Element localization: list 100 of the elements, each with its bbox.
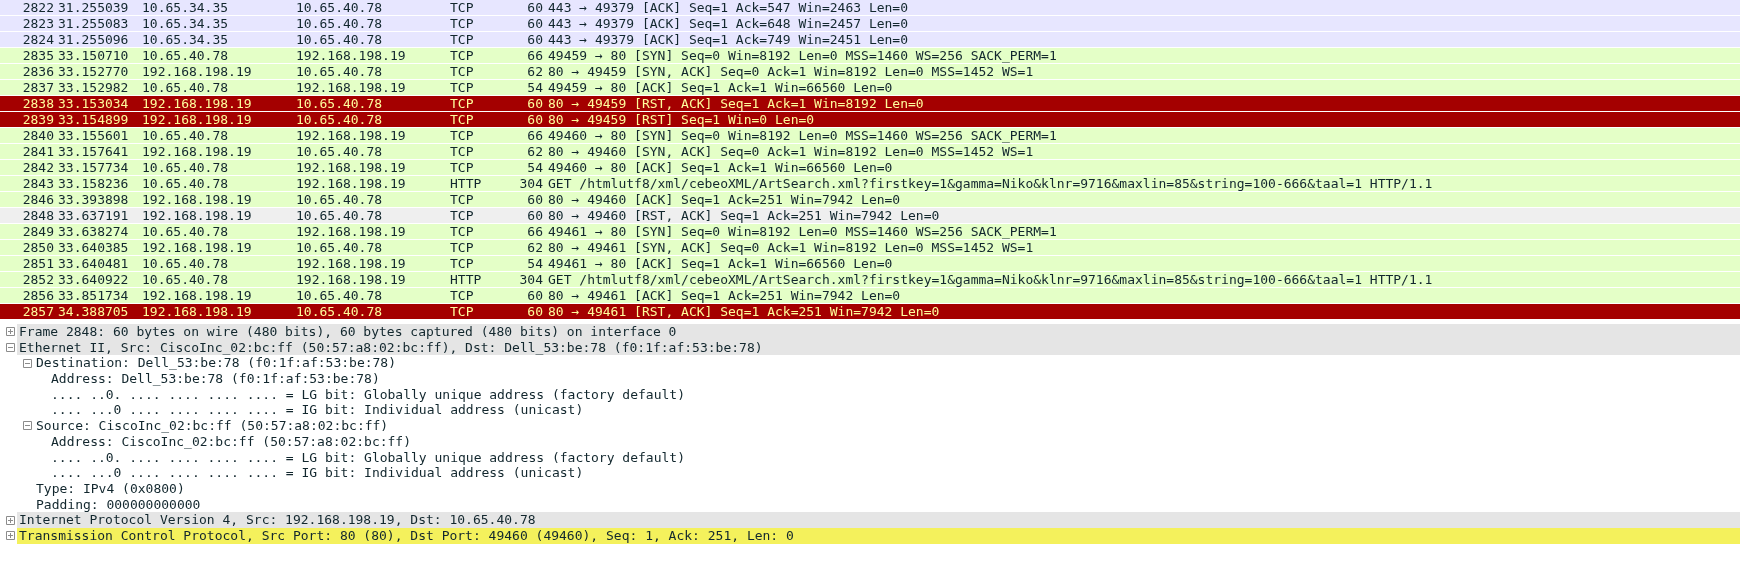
table-cell: 10.65.40.78: [296, 240, 383, 255]
packet-row[interactable]: 2837 33.152982 10.65.40.78 192.168.198.19 TCP 54 49459 → 80 [ACK] Seq=1 Ack=1 Win=66560 Len=0: [0, 80, 1740, 96]
table-cell: 2848: [22, 208, 54, 223]
packet-row[interactable]: 2824 31.255096 10.65.34.35 10.65.40.78 TCP 60 443 → 49379 [ACK] Seq=1 Ack=749 Win=2451 Len=0: [0, 32, 1740, 48]
table-cell: TCP: [450, 304, 474, 319]
table-cell: 10.65.40.78: [142, 176, 229, 191]
packet-row[interactable]: 2856 33.851734 192.168.198.19 10.65.40.78 TCP 60 80 → 49461 [ACK] Seq=1 Ack=251 Win=7942 Len=0: [0, 288, 1740, 304]
table-cell: TCP: [450, 144, 474, 159]
table-cell: 80 → 49459 [RST, ACK] Seq=1 Ack=1 Win=8192 Len=0: [548, 96, 924, 111]
expand-icon[interactable]: [5, 515, 15, 525]
table-cell: 192.168.198.19: [296, 272, 406, 287]
table-cell: 10.65.40.78: [296, 32, 383, 47]
packet-row[interactable]: 2842 33.157734 10.65.40.78 192.168.198.19 TCP 54 49460 → 80 [ACK] Seq=1 Ack=1 Win=66560 Len=0: [0, 160, 1740, 176]
packet-row[interactable]: 2839 33.154899 192.168.198.19 10.65.40.78 TCP 60 80 → 49459 [RST] Seq=1 Win=0 Len=0: [0, 112, 1740, 128]
table-cell: 2824: [22, 32, 54, 47]
table-cell: 192.168.198.19: [296, 160, 406, 175]
tree-item[interactable]: Destination: Dell_53:be:78 (f0:1f:af:53:be:78): [34, 355, 401, 372]
table-cell: 10.65.40.78: [142, 128, 229, 143]
packet-row[interactable]: 2823 31.255083 10.65.34.35 10.65.40.78 TCP 60 443 → 49379 [ACK] Seq=1 Ack=648 Win=2457 Len=0: [0, 16, 1740, 32]
table-cell: 33.158236: [58, 176, 129, 191]
collapse-icon[interactable]: [22, 421, 32, 431]
table-cell: 60: [527, 112, 543, 127]
table-cell: TCP: [450, 128, 474, 143]
table-cell: 49459 → 80 [SYN] Seq=0 Win=8192 Len=0 MSS=1460 WS=256 SACK_PERM=1: [548, 48, 1057, 63]
table-cell: 60: [527, 304, 543, 319]
table-cell: TCP: [450, 32, 474, 47]
table-cell: 31.255083: [58, 16, 129, 31]
table-cell: TCP: [450, 256, 474, 271]
tree-item[interactable]: .... ...0 .... .... .... .... = IG bit: Individual address (unicast): [49, 465, 588, 481]
table-cell: 33.640481: [58, 256, 129, 271]
packet-row[interactable]: 2841 33.157641 192.168.198.19 10.65.40.78 TCP 62 80 → 49460 [SYN, ACK] Seq=0 Ack=1 Win=8192 Len=0 MSS=1452 WS=1: [0, 144, 1740, 160]
packet-row[interactable]: 2848 33.637191 192.168.198.19 10.65.40.78 TCP 60 80 → 49460 [RST, ACK] Seq=1 Ack=251 Win=7942 Len=0: [0, 208, 1740, 224]
packet-row[interactable]: 2838 33.153034 192.168.198.19 10.65.40.78 TCP 60 80 → 49459 [RST, ACK] Seq=1 Ack=1 Win=8192 Len=0: [0, 96, 1740, 112]
table-cell: 34.388705: [58, 304, 129, 319]
table-cell: 33.393898: [58, 192, 129, 207]
table-cell: 60: [527, 16, 543, 31]
tree-item[interactable]: Type: IPv4 (0x0800): [34, 480, 189, 497]
tree-item[interactable]: .... ..0. .... .... .... .... = LG bit: Globally unique address (factory default): [49, 386, 689, 403]
table-cell: 49459 → 80 [ACK] Seq=1 Ack=1 Win=66560 Len=0: [548, 80, 893, 95]
packet-row[interactable]: 2836 33.152770 192.168.198.19 10.65.40.78 TCP 62 80 → 49459 [SYN, ACK] Seq=0 Ack=1 Win=8192 Len=0 MSS=1452 WS=1: [0, 64, 1740, 80]
tree-item[interactable]: .... ...0 .... .... .... .... = IG bit: Individual address (unicast): [49, 402, 588, 419]
table-cell: 49460 → 80 [SYN] Seq=0 Win=8192 Len=0 MSS=1460 WS=256 SACK_PERM=1: [548, 128, 1057, 143]
tree-item[interactable]: Address: Dell_53:be:78 (f0:1f:af:53:be:78): [49, 371, 384, 387]
packet-row[interactable]: 2857 34.388705 192.168.198.19 10.65.40.78 TCP 60 80 → 49461 [RST, ACK] Seq=1 Ack=251 Win=7942 Len=0: [0, 304, 1740, 320]
table-cell: 62: [527, 240, 543, 255]
table-cell: 10.65.40.78: [296, 96, 383, 111]
table-cell: 80 → 49460 [SYN, ACK] Seq=0 Ack=1 Win=8192 Len=0 MSS=1452 WS=1: [548, 144, 1034, 159]
table-cell: 66: [527, 128, 543, 143]
table-cell: 54: [527, 256, 543, 271]
tree-item[interactable]: Internet Protocol Version 4, Src: 192.168.198.19, Dst: 10.65.40.78: [17, 512, 1740, 528]
collapse-icon[interactable]: [22, 358, 32, 368]
table-cell: 66: [527, 224, 543, 239]
table-cell: TCP: [450, 192, 474, 207]
packet-row[interactable]: 2822 31.255039 10.65.34.35 10.65.40.78 TCP 60 443 → 49379 [ACK] Seq=1 Ack=547 Win=2463 Len=0: [0, 0, 1740, 16]
expand-icon[interactable]: [5, 327, 15, 337]
table-cell: 192.168.198.19: [142, 192, 252, 207]
table-cell: 10.65.40.78: [142, 80, 229, 95]
expand-icon[interactable]: [5, 531, 15, 541]
table-cell: 33.150710: [58, 48, 129, 63]
table-cell: 10.65.40.78: [296, 16, 383, 31]
table-cell: 33.640385: [58, 240, 129, 255]
packet-row[interactable]: 2843 33.158236 10.65.40.78 192.168.198.19 HTTP 304 GET /htmlutf8/xml/cebeoXML/ArtSearch.xml?firstkey=1&gamma=Niko&klnr=9716&maxlin=85&string=100-666&taal=1 HTTP/1.1: [0, 176, 1740, 192]
table-cell: 10.65.40.78: [296, 304, 383, 319]
packet-row[interactable]: 2840 33.155601 10.65.40.78 192.168.198.19 TCP 66 49460 → 80 [SYN] Seq=0 Win=8192 Len=0 MSS=1460 WS=256 SACK_PERM=1: [0, 128, 1740, 144]
table-cell: 33.640922: [58, 272, 129, 287]
table-cell: 2822: [22, 0, 54, 15]
table-cell: TCP: [450, 160, 474, 175]
table-cell: 10.65.40.78: [296, 64, 383, 79]
table-cell: 10.65.40.78: [142, 272, 229, 287]
collapse-icon[interactable]: [5, 343, 15, 353]
tree-item[interactable]: Padding: 000000000000: [34, 496, 205, 513]
table-cell: 2846: [22, 192, 54, 207]
table-cell: GET /htmlutf8/xml/cebeoXML/ArtSearch.xml?firstkey=1&gamma=Niko&klnr=9716&maxlin=85&string=100-666&taal=1 HTTP/1.1: [548, 176, 1433, 191]
tree-item[interactable]: Address: CiscoInc_02:bc:ff (50:57:a8:02:bc:ff): [49, 433, 416, 450]
tree-item[interactable]: .... ..0. .... .... .... .... = LG bit: Globally unique address (factory default): [49, 449, 689, 466]
table-cell: 80 → 49459 [RST] Seq=1 Win=0 Len=0: [548, 112, 815, 127]
table-cell: 2836: [22, 64, 54, 79]
table-cell: 10.65.40.78: [296, 208, 383, 223]
table-cell: 62: [527, 144, 543, 159]
table-cell: 60: [527, 208, 543, 223]
table-cell: 2850: [22, 240, 54, 255]
table-cell: 192.168.198.19: [296, 224, 406, 239]
table-cell: GET /htmlutf8/xml/cebeoXML/ArtSearch.xml?firstkey=1&gamma=Niko&klnr=9716&maxlin=85&string=100-666&taal=1 HTTP/1.1: [548, 272, 1433, 287]
tree-item[interactable]: Frame 2848: 60 bytes on wire (480 bits), 60 bytes captured (480 bits) on interface 0: [17, 324, 1740, 340]
table-cell: 443 → 49379 [ACK] Seq=1 Ack=547 Win=2463 Len=0: [548, 0, 909, 15]
table-cell: 443 → 49379 [ACK] Seq=1 Ack=749 Win=2451 Len=0: [548, 32, 909, 47]
table-cell: 60: [527, 96, 543, 111]
packet-row[interactable]: 2835 33.150710 10.65.40.78 192.168.198.19 TCP 66 49459 → 80 [SYN] Seq=0 Win=8192 Len=0 MSS=1460 WS=256 SACK_PERM=1: [0, 48, 1740, 64]
table-cell: 33.638274: [58, 224, 129, 239]
packet-row[interactable]: 2850 33.640385 192.168.198.19 10.65.40.78 TCP 62 80 → 49461 [SYN, ACK] Seq=0 Ack=1 Win=8192 Len=0 MSS=1452 WS=1: [0, 240, 1740, 256]
packet-row[interactable]: 2851 33.640481 10.65.40.78 192.168.198.19 TCP 54 49461 → 80 [ACK] Seq=1 Ack=1 Win=66560 Len=0: [0, 256, 1740, 272]
packet-row[interactable]: 2846 33.393898 192.168.198.19 10.65.40.78 TCP 60 80 → 49460 [ACK] Seq=1 Ack=251 Win=7942 Len=0: [0, 192, 1740, 208]
table-cell: 192.168.198.19: [142, 208, 252, 223]
packet-row[interactable]: 2852 33.640922 10.65.40.78 192.168.198.19 HTTP 304 GET /htmlutf8/xml/cebeoXML/ArtSearch.xml?firstkey=1&gamma=Niko&klnr=9716&maxlin=85&string=100-666&taal=1 HTTP/1.1: [0, 272, 1740, 288]
packet-row[interactable]: 2849 33.638274 10.65.40.78 192.168.198.19 TCP 66 49461 → 80 [SYN] Seq=0 Win=8192 Len=0 MSS=1460 WS=256 SACK_PERM=1: [0, 224, 1740, 240]
table-cell: 31.255039: [58, 0, 129, 15]
table-cell: 10.65.34.35: [142, 0, 229, 15]
table-cell: 304: [519, 272, 543, 287]
tree-item[interactable]: Source: CiscoInc_02:bc:ff (50:57:a8:02:bc:ff): [34, 418, 393, 434]
table-cell: 33.637191: [58, 208, 129, 223]
